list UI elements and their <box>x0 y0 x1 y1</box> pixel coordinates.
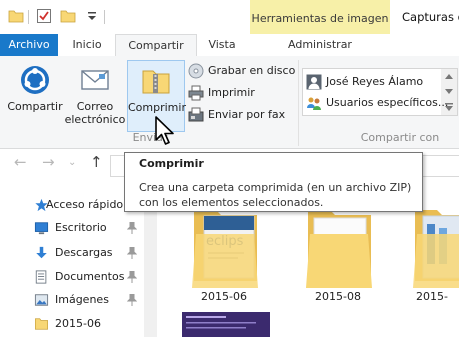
group-label-compartir-con: Compartir con <box>360 131 440 144</box>
nav-item-imagenes[interactable]: Imágenes <box>0 289 150 311</box>
folder-tile-2015[interactable]: 2015- <box>405 204 459 306</box>
folder-icon <box>306 210 372 288</box>
tooltip-title: Comprimir <box>139 157 204 170</box>
group-label-enviar: Enviar <box>132 131 168 144</box>
fax-icon <box>188 107 204 122</box>
customize-toolbar-icon[interactable] <box>84 8 100 24</box>
desktop-icon <box>34 222 49 235</box>
email-button[interactable]: Correo electrónico <box>64 60 126 132</box>
folder-thumbnail-icon: eclips <box>192 210 258 288</box>
forward-arrow-icon[interactable]: → <box>42 153 55 171</box>
compress-tooltip: Comprimir Crea una carpeta comprimida (e… <box>124 152 423 212</box>
burn-disc-button[interactable]: Grabar en disco <box>188 62 298 80</box>
nav-item-descargas[interactable]: Descargas <box>0 242 150 264</box>
burn-disc-label: Grabar en disco <box>208 64 296 77</box>
nav-label: Descargas <box>55 246 113 259</box>
recent-locations-icon[interactable]: ⌄ <box>68 157 76 168</box>
tab-archivo[interactable]: Archivo <box>0 34 58 56</box>
tab-inicio[interactable]: Inicio <box>64 34 110 56</box>
nav-item-documentos[interactable]: Documentos <box>0 266 150 288</box>
context-tab-title: Herramientas de imagen <box>251 12 389 25</box>
share-label: Compartir <box>7 100 63 113</box>
back-arrow-icon[interactable]: ← <box>14 153 27 171</box>
printer-icon <box>188 85 204 101</box>
window-title: Capturas de <box>402 10 459 24</box>
email-label-line2: electrónico <box>64 113 126 126</box>
tab-administrar[interactable]: Administrar <box>252 34 388 56</box>
users-icon <box>307 97 321 110</box>
share-user-item[interactable]: José Reyes Álamo <box>306 73 440 91</box>
nav-label: Acceso rápido <box>46 198 124 211</box>
nav-label: Documentos <box>55 270 125 283</box>
email-icon <box>81 70 109 90</box>
specific-users-label: Usuarios específicos... <box>326 96 449 109</box>
download-icon <box>36 246 47 259</box>
print-label: Imprimir <box>208 86 255 99</box>
nav-item-escritorio[interactable]: Escritorio <box>0 217 150 239</box>
folder-label: 2015-06 <box>201 290 247 303</box>
print-button[interactable]: Imprimir <box>188 84 298 102</box>
pin-icon[interactable] <box>127 271 137 283</box>
email-label-line1: Correo <box>76 100 114 113</box>
mouse-cursor-icon <box>155 116 174 145</box>
scroll-up-icon[interactable] <box>445 73 453 79</box>
folder-label: 2015-08 <box>315 290 361 303</box>
fax-button[interactable]: Enviar por fax <box>188 106 298 124</box>
tooltip-body: Crea una carpeta comprimida (en un archi… <box>139 181 412 209</box>
toolbar-divider <box>28 10 29 24</box>
nav-item-folder-2015-06[interactable]: 2015-06 <box>0 313 150 335</box>
share-user-label: José Reyes Álamo <box>326 75 424 88</box>
nav-label: 2015-06 <box>55 317 101 330</box>
folder-tile-2015-06[interactable]: eclips 2015-06 <box>184 204 264 306</box>
specific-users-item[interactable]: Usuarios específicos... <box>306 94 448 112</box>
group-divider <box>298 60 299 146</box>
folder-tile-2015-08[interactable]: 2015-08 <box>298 204 378 306</box>
zip-folder-icon <box>142 70 170 94</box>
share-button[interactable]: Compartir <box>6 60 64 132</box>
fax-label: Enviar por fax <box>208 108 286 121</box>
nav-label: Imágenes <box>55 293 109 306</box>
pin-icon[interactable] <box>127 222 137 234</box>
toolbar-divider <box>104 10 105 24</box>
tab-compartir[interactable]: Compartir <box>115 34 197 58</box>
up-arrow-icon[interactable]: ↑ <box>90 153 103 171</box>
disc-icon <box>188 63 204 79</box>
pin-icon[interactable] <box>127 247 137 259</box>
folder-label: 2015- <box>416 290 448 303</box>
pin-icon[interactable] <box>127 294 137 306</box>
user-icon <box>306 74 322 90</box>
new-folder-icon[interactable] <box>60 8 76 24</box>
compress-label: Comprimir <box>128 101 186 114</box>
folder-thumbnail-icon <box>413 210 459 288</box>
properties-icon[interactable] <box>36 8 52 24</box>
file-thumbnail-icon[interactable] <box>182 312 270 337</box>
share-icon <box>21 66 49 94</box>
folder-icon <box>35 318 48 330</box>
documents-icon <box>35 270 47 284</box>
tab-vista[interactable]: Vista <box>200 34 244 56</box>
pictures-icon <box>34 294 49 306</box>
folder-icon[interactable] <box>8 8 24 24</box>
nav-label: Escritorio <box>55 221 107 234</box>
